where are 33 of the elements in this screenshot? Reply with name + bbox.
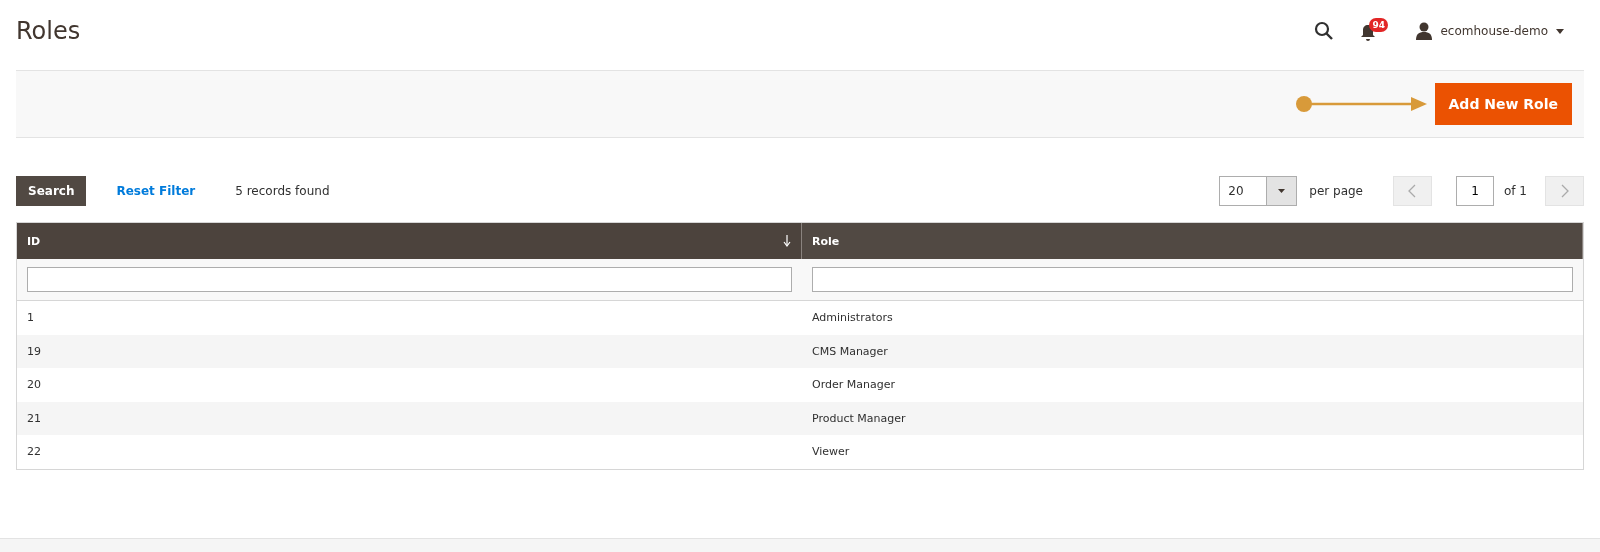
page-total: of 1 (1504, 184, 1527, 198)
table-cell-text: 22 (26, 445, 42, 459)
next-page-button[interactable] (1545, 176, 1584, 206)
table-cell-text: 20 (26, 378, 42, 392)
chevron-left-icon (1408, 184, 1417, 198)
table-cell-text: 1 (26, 311, 35, 325)
records-count: 5 records found (235, 184, 330, 198)
per-page-label: per page (1309, 184, 1363, 198)
sort-arrow-icon (783, 235, 791, 247)
page-number-field[interactable]: 1 (1456, 176, 1494, 206)
column-header[interactable]: ID (17, 223, 802, 259)
table-cell-text: Product Manager (811, 411, 907, 425)
role-filter-field[interactable] (812, 267, 1573, 292)
reset-filter-link[interactable]: Reset Filter (116, 184, 196, 198)
table-cell-text: CMS Manager (811, 344, 889, 358)
table-cell-text: Order Manager (811, 378, 896, 392)
chevron-right-icon (1560, 184, 1569, 198)
table-cell-text: Viewer (811, 445, 851, 459)
previous-page-button[interactable] (1393, 176, 1432, 206)
notification-count: 94 (1369, 18, 1388, 32)
search-icon[interactable] (1314, 21, 1335, 41)
table-cell-text: 19 (26, 344, 42, 358)
id-filter-field[interactable] (27, 267, 792, 292)
table-cell-text: 21 (26, 411, 42, 425)
user-name[interactable]: ecomhouse-demo (1440, 24, 1548, 38)
add-new-role-button[interactable]: Add New Role (1434, 83, 1572, 125)
search-button[interactable]: Search (16, 176, 87, 206)
table-cell-text: Administrators (811, 311, 894, 325)
page-title: Roles (16, 17, 81, 45)
caret-icon (1278, 189, 1286, 193)
user-icon (1416, 22, 1433, 40)
page-size-select[interactable]: 20 (1219, 176, 1298, 206)
caret-icon[interactable] (1556, 28, 1564, 34)
